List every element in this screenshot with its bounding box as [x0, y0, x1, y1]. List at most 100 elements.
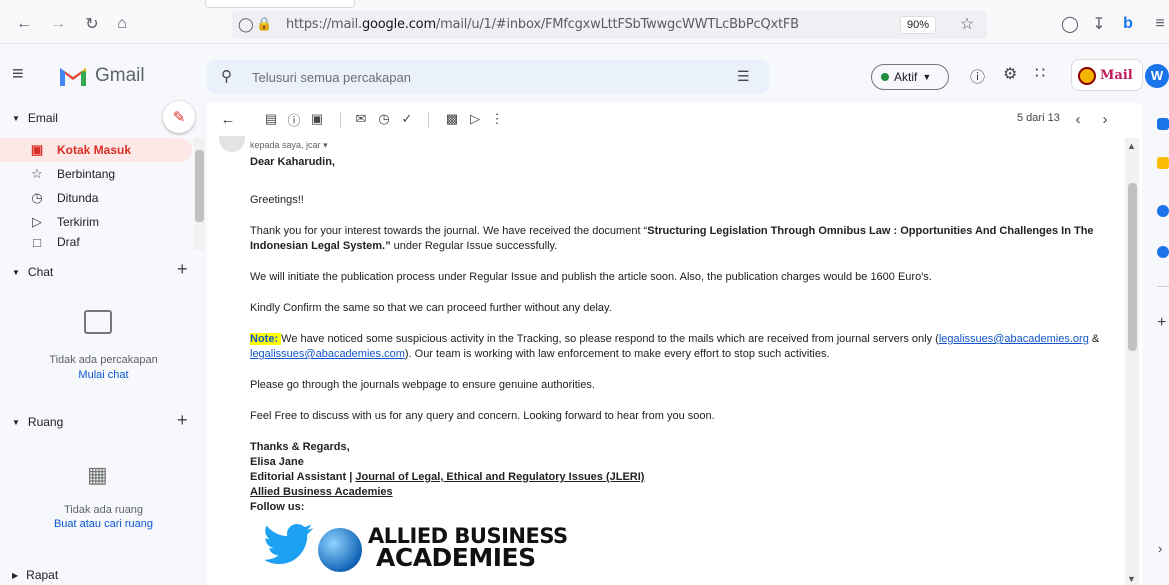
tasks-icon[interactable] [1157, 205, 1169, 217]
back-to-inbox-icon[interactable]: ← [219, 110, 237, 128]
chat-section-header[interactable]: ▼ Chat [12, 265, 53, 279]
browser-tab[interactable] [205, 0, 355, 8]
recipients-line[interactable]: kepada saya, jcar ▾ [250, 138, 1118, 153]
contacts-icon[interactable] [1157, 246, 1169, 258]
inbox-icon: ▣ [30, 142, 44, 157]
search-icon[interactable]: ⚲ [221, 67, 232, 85]
scroll-up-icon[interactable]: ▲ [1127, 141, 1136, 151]
email-section-header[interactable]: ▼ Email [12, 111, 58, 125]
salutation: Dear Kaharudin, [250, 156, 335, 168]
side-panel-rail [1142, 103, 1169, 585]
chat-section-label: Chat [27, 265, 54, 279]
org-badge[interactable]: Mail [1071, 59, 1143, 91]
toolbar-divider [428, 112, 429, 128]
email-link-org[interactable]: legalissues@abacademies.org [939, 333, 1089, 345]
url-text[interactable]: https://mail.google.com/mail/u/1/#inbox/… [286, 17, 799, 32]
note-label: Note: [250, 333, 282, 345]
email-link-com[interactable]: legalissues@abacademies.com [250, 348, 405, 360]
sidebar-item-inbox[interactable]: ▣ Kotak Masuk [0, 138, 192, 162]
url-bar[interactable]: ◯ 🔒 https://mail.google.com/mail/u/1/#in… [232, 11, 987, 39]
recipients-dropdown-icon[interactable]: ▾ [323, 140, 328, 150]
lock-icon: 🔒 [256, 16, 273, 31]
rooms-section-label: Ruang [27, 415, 64, 429]
sidebar-item-label: Kotak Masuk [57, 143, 132, 157]
collapse-icon: ▼ [12, 267, 20, 277]
bing-icon[interactable]: b [1118, 14, 1138, 34]
reload-icon[interactable]: ↻ [82, 14, 102, 34]
report-spam-icon[interactable]: ⓘ [285, 110, 303, 128]
forward-arrow-icon[interactable]: → [48, 14, 68, 34]
rooms-grid-icon: ▦ [87, 462, 108, 487]
apps-grid-icon[interactable]: ∷ [1035, 63, 1045, 83]
sidebar-scroll-thumb[interactable] [195, 150, 204, 222]
more-options-icon[interactable]: ⋮ [488, 110, 506, 128]
paragraph-webpage: Please go through the journals webpage t… [250, 379, 595, 391]
add-addon-icon[interactable]: + [1157, 314, 1166, 332]
star-icon: ☆ [31, 166, 43, 181]
mark-unread-icon[interactable]: ✉ [352, 110, 370, 128]
add-room-icon[interactable]: + [177, 410, 188, 431]
back-arrow-icon[interactable]: ← [14, 14, 34, 34]
menu-icon[interactable]: ≡ [1150, 14, 1169, 34]
gmail-logo-icon[interactable] [58, 64, 88, 91]
status-dot [881, 73, 889, 81]
find-room-link[interactable]: Buat atau cari ruang [0, 518, 207, 530]
calendar-icon[interactable] [1157, 118, 1169, 130]
zoom-level[interactable]: 90% [900, 16, 936, 34]
label-icon[interactable]: ▷ [466, 110, 484, 128]
pocket-icon[interactable]: ◯ [1060, 14, 1080, 34]
collapse-icon: ▼ [12, 417, 20, 427]
status-selector[interactable]: Aktif ▼ [871, 64, 949, 90]
add-task-icon[interactable]: ✓ [398, 110, 416, 128]
newer-chevron-icon[interactable]: ‹ [1069, 110, 1087, 128]
paragraph-discuss: Feel Free to discuss with us for any que… [250, 410, 715, 422]
delete-icon[interactable]: ▣ [308, 110, 326, 128]
message-scroll-thumb[interactable] [1128, 183, 1137, 351]
move-to-icon[interactable]: ▩ [443, 110, 461, 128]
paragraph-confirm: Kindly Confirm the same so that we can p… [250, 302, 612, 314]
sidebar-item-label: Draf [57, 235, 80, 249]
search-bar[interactable]: ⚲ Telusuri semua percakapan ☰ [207, 60, 769, 94]
clock-icon: ◷ [31, 190, 43, 205]
expand-panel-icon[interactable]: › [1158, 541, 1162, 556]
snooze-icon[interactable]: ◷ [375, 110, 393, 128]
twitter-bird-icon[interactable] [263, 522, 315, 571]
shield-icon: ◯ [238, 16, 254, 32]
start-chat-link[interactable]: Mulai chat [0, 369, 207, 381]
paragraph-publication: We will initiate the publication process… [250, 271, 932, 283]
meet-section-header[interactable]: ▶ Rapat [12, 568, 58, 582]
settings-gear-icon[interactable]: ⚙ [1003, 64, 1017, 84]
journal-link[interactable]: Journal of Legal, Ethical and Regulatory… [355, 471, 644, 483]
scroll-down-icon[interactable]: ▼ [1127, 574, 1136, 584]
sidebar-item-starred[interactable]: ☆ Berbintang [0, 162, 192, 186]
main-menu-icon[interactable]: ≡ [12, 63, 24, 86]
compose-button[interactable]: ✎ [163, 101, 195, 133]
org-badge-text: Mail [1100, 68, 1133, 83]
signature-name: Elisa Jane [250, 456, 304, 468]
rooms-empty-text: Tidak ada ruang [63, 504, 144, 516]
follow-us-label: Follow us: [250, 501, 305, 513]
paragraph-note: Note: We have noticed some suspicious ac… [250, 333, 1100, 360]
signature-title: Editorial Assistant | Journal of Legal, … [250, 471, 645, 483]
help-icon[interactable]: ⓘ [970, 66, 985, 87]
sidebar-item-snoozed[interactable]: ◷ Ditunda [0, 186, 192, 210]
sidebar-item-sent[interactable]: ▷ Terkirim [0, 210, 192, 234]
search-input[interactable]: Telusuri semua percakapan [252, 70, 411, 85]
archive-icon[interactable]: ▤ [262, 110, 280, 128]
download-icon[interactable]: ↧ [1089, 14, 1109, 34]
keep-icon[interactable] [1157, 157, 1169, 169]
pencil-icon: ✎ [172, 109, 186, 126]
bookmark-star-icon[interactable]: ☆ [957, 14, 977, 34]
sidebar-scrollbar[interactable] [194, 138, 205, 250]
greeting: Greetings!! [250, 194, 304, 206]
home-icon[interactable]: ⌂ [112, 14, 132, 34]
org-logo-icon [1078, 67, 1096, 85]
page-count: 5 dari 13 [1017, 112, 1060, 124]
rooms-section-header[interactable]: ▼ Ruang [12, 415, 63, 429]
older-chevron-icon[interactable]: › [1096, 110, 1114, 128]
add-chat-icon[interactable]: + [177, 259, 188, 280]
org-link[interactable]: Allied Business Academies [250, 486, 393, 498]
avatar[interactable]: W [1145, 64, 1169, 88]
sidebar-item-drafts[interactable]: □ Draf [0, 234, 192, 250]
search-options-icon[interactable]: ☰ [737, 68, 750, 85]
